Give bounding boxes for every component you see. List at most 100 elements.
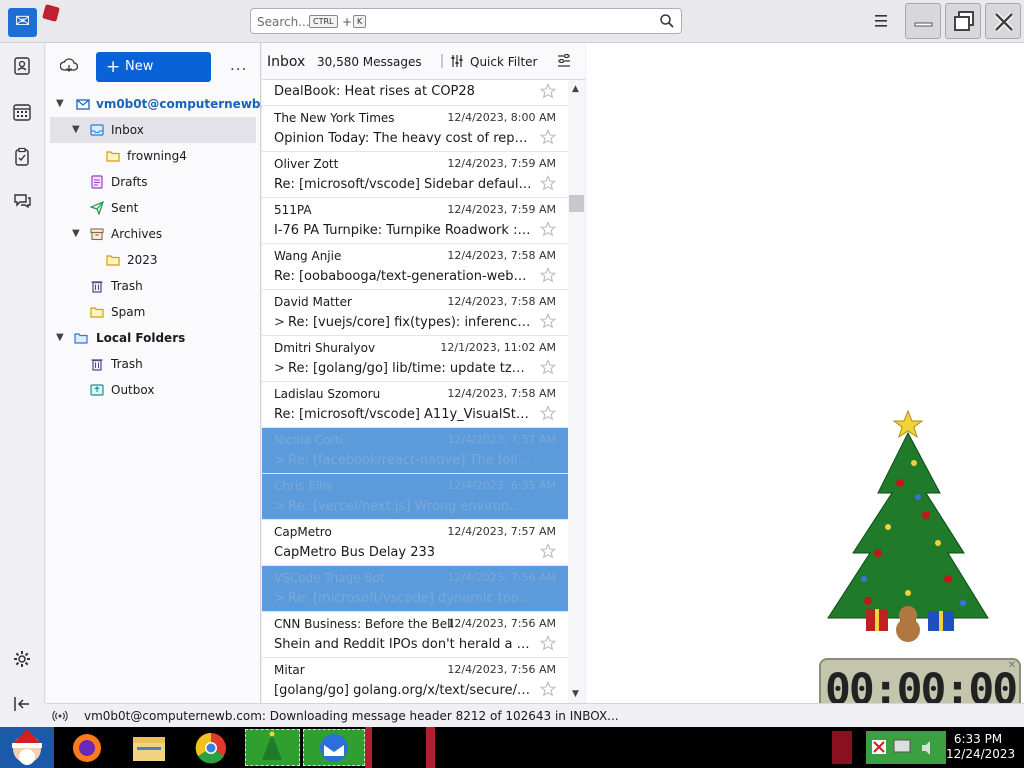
new-message-button[interactable]: + New Message xyxy=(96,52,211,104)
message-row[interactable]: Mitar 12/4/2023, 7:56 AM [golang/go] gol… xyxy=(262,658,568,703)
thread-expand-icon[interactable]: > xyxy=(274,361,285,376)
message-sender: The New York Times xyxy=(274,111,395,125)
search-placeholder: Search... xyxy=(257,15,310,29)
more-options-button[interactable]: ... xyxy=(230,56,247,74)
local-folders-row[interactable]: ▼ Local Folders xyxy=(50,325,256,351)
k-key-hint: K xyxy=(353,15,367,28)
trash-icon xyxy=(91,359,103,371)
thunderbird-taskbar-button[interactable] xyxy=(303,729,365,766)
star-icon[interactable] xyxy=(540,681,556,697)
local-folders-icon xyxy=(74,333,88,344)
christmas-tree-taskbar-button[interactable] xyxy=(245,729,300,766)
message-row[interactable]: CapMetro 12/4/2023, 7:57 AM CapMetro Bus… xyxy=(262,520,568,566)
search-icon[interactable] xyxy=(659,13,675,29)
red-flag-icon xyxy=(42,4,60,22)
message-row[interactable]: CNN Business: Before the Bell 12/4/2023,… xyxy=(262,612,568,658)
christmas-tree-decoration xyxy=(827,409,989,642)
account-row[interactable]: ▼ vm0b0t@computernewb... xyxy=(50,91,274,117)
message-subject: CapMetro Bus Delay 233 xyxy=(274,545,436,560)
message-subject: Re: [microsoft/vscode] A11y_VisualStudio… xyxy=(274,407,532,422)
local-folders-label: Local Folders xyxy=(96,331,186,345)
settings-gear-icon[interactable] xyxy=(12,649,32,669)
folder-archives[interactable]: ▼ Archives xyxy=(50,221,256,247)
message-sender: Wang Anjie xyxy=(274,249,342,263)
taskbar-date: 12/24/2023 xyxy=(946,747,1016,761)
folder-frowning4[interactable]: frowning4 xyxy=(50,143,256,169)
firefox-taskbar-button[interactable] xyxy=(65,729,109,766)
tasks-icon[interactable] xyxy=(12,147,32,167)
folder-sent[interactable]: Sent xyxy=(50,195,256,221)
star-icon[interactable] xyxy=(540,83,556,99)
thread-expand-icon[interactable]: > xyxy=(274,499,285,514)
folder-2023[interactable]: 2023 xyxy=(50,247,256,273)
inbox-icon xyxy=(90,124,104,136)
scroll-up-arrow-icon[interactable]: ▲ xyxy=(572,84,579,94)
folder-inbox[interactable]: ▼ Inbox xyxy=(50,117,256,143)
get-messages-icon[interactable] xyxy=(60,57,78,75)
message-row[interactable]: Oliver Zott 12/4/2023, 7:59 AM Re: [micr… xyxy=(262,152,568,198)
quick-filter-icon[interactable] xyxy=(450,54,464,68)
folder-outbox[interactable]: Outbox xyxy=(50,377,256,403)
restore-button[interactable] xyxy=(945,3,981,39)
message-subject: Re: [vercel/next.js] Wrong environment v… xyxy=(288,499,532,514)
star-icon[interactable] xyxy=(540,313,556,329)
calendar-icon[interactable] xyxy=(12,102,32,122)
message-sender: Nicola Corti xyxy=(274,433,344,447)
message-sender: David Matter xyxy=(274,295,352,309)
collapse-toolbar-icon[interactable] xyxy=(12,694,32,714)
list-display-options-icon[interactable] xyxy=(556,53,572,69)
folder-label: Drafts xyxy=(111,175,148,189)
chat-icon[interactable] xyxy=(12,191,32,211)
star-icon[interactable] xyxy=(540,175,556,191)
thunderbird-icon xyxy=(320,734,348,762)
message-row[interactable]: Dmitri Shuralyov 12/1/2023, 11:02 AM > R… xyxy=(262,336,568,382)
thread-expand-icon[interactable]: > xyxy=(274,453,285,468)
folder-label: frowning4 xyxy=(127,149,187,163)
mail-app-icon[interactable]: ✉ xyxy=(8,8,37,37)
taskbar-clock[interactable]: 6:33 PM 12/24/2023 xyxy=(946,727,1016,768)
search-input[interactable]: Search... CTRL + K xyxy=(250,8,682,34)
folder-drafts[interactable]: Drafts xyxy=(50,169,256,195)
message-date: 12/4/2023, 7:57 AM xyxy=(447,433,556,446)
archive-icon xyxy=(90,228,104,241)
system-tray[interactable] xyxy=(866,731,946,764)
start-button[interactable] xyxy=(0,727,54,768)
scroll-down-arrow-icon[interactable]: ▼ xyxy=(572,689,579,699)
minimize-button[interactable] xyxy=(905,3,941,39)
file-explorer-taskbar-button[interactable] xyxy=(127,729,171,766)
close-icon[interactable]: ✕ xyxy=(1008,660,1016,671)
message-list-scrollbar[interactable]: ▲ ▼ xyxy=(568,80,585,703)
message-row[interactable]: The New York Times 12/4/2023, 8:00 AM Op… xyxy=(262,106,568,152)
star-icon[interactable] xyxy=(540,129,556,145)
folder-spam[interactable]: Spam xyxy=(50,299,256,325)
close-button[interactable] xyxy=(985,3,1021,39)
star-icon[interactable] xyxy=(540,635,556,651)
folder-trash[interactable]: Trash xyxy=(50,273,256,299)
scroll-thumb[interactable] xyxy=(569,195,584,212)
chevron-down-icon[interactable]: ▼ xyxy=(72,117,84,143)
chevron-down-icon[interactable]: ▼ xyxy=(72,221,84,247)
thread-expand-icon[interactable]: > xyxy=(274,591,285,606)
address-book-icon[interactable] xyxy=(12,56,32,76)
star-icon[interactable] xyxy=(540,221,556,237)
message-sender: Dmitri Shuralyov xyxy=(274,341,376,355)
chrome-taskbar-button[interactable] xyxy=(189,729,233,766)
message-row-selected[interactable]: Nicola Corti 12/4/2023, 7:57 AM > Re: [f… xyxy=(262,428,568,474)
star-icon[interactable] xyxy=(540,405,556,421)
message-row[interactable]: David Matter 12/4/2023, 7:58 AM > Re: [v… xyxy=(262,290,568,336)
message-row[interactable]: Wang Anjie 12/4/2023, 7:58 AM Re: [oobab… xyxy=(262,244,568,290)
message-row-selected[interactable]: VSCode Triage Bot 12/4/2023, 7:56 AM > R… xyxy=(262,566,568,612)
message-row-selected[interactable]: Chris Ellis 12/4/2023, 6:35 AM > Re: [ve… xyxy=(262,474,568,520)
message-row[interactable]: 511PA 12/4/2023, 7:59 AM I-76 PA Turnpik… xyxy=(262,198,568,244)
thread-expand-icon[interactable]: > xyxy=(274,315,285,330)
message-row[interactable]: Ladislau Szomoru 12/4/2023, 7:58 AM Re: … xyxy=(262,382,568,428)
chevron-down-icon[interactable]: ▼ xyxy=(56,91,68,117)
message-row[interactable]: DealBook: Heat rises at COP28 xyxy=(262,80,568,106)
star-icon[interactable] xyxy=(540,359,556,375)
star-icon[interactable] xyxy=(540,267,556,283)
chevron-down-icon[interactable]: ▼ xyxy=(56,325,68,351)
quick-filter-button[interactable]: Quick Filter xyxy=(470,55,537,69)
star-icon[interactable] xyxy=(540,543,556,559)
folder-local-trash[interactable]: Trash xyxy=(50,351,256,377)
hamburger-menu-icon[interactable] xyxy=(870,12,892,30)
